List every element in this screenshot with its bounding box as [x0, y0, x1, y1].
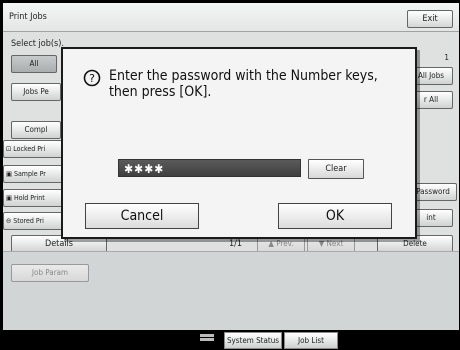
- system-status-button[interactable]: System Status: [224, 332, 282, 349]
- sample-print-label: Sample Pr: [13, 170, 46, 178]
- job-param-area: Job Param: [3, 251, 459, 330]
- stored-print-button[interactable]: ⊖ Stored Pri: [3, 212, 63, 230]
- select-jobs-label: Select job(s).: [11, 39, 65, 49]
- print-jobs-screen: Print Jobs Exit Select job(s). 1 All Job…: [3, 3, 459, 330]
- locked-print-label: Locked Pri: [13, 145, 46, 153]
- hold-print-icon: ▣: [6, 194, 12, 202]
- job-list-button[interactable]: Job List: [284, 332, 338, 349]
- jobs-per-user-button[interactable]: Jobs Pe: [11, 83, 61, 101]
- status-indicator-icon: [200, 333, 220, 345]
- page-indicator: 1/1: [229, 239, 243, 249]
- svg-text:?: ?: [89, 72, 95, 85]
- page-title: Print Jobs: [9, 12, 47, 22]
- stored-print-icon: ⊖: [6, 217, 12, 225]
- exit-button[interactable]: Exit: [407, 10, 453, 28]
- ok-button[interactable]: OK: [278, 203, 392, 229]
- title-bar: Print Jobs Exit: [3, 3, 459, 32]
- lock-icon: ⊡: [6, 145, 12, 153]
- stored-print-label: Stored Pri: [13, 217, 44, 225]
- all-button[interactable]: All: [11, 55, 57, 73]
- dialog-message-line1: Enter the password with the Number keys,: [109, 68, 378, 84]
- password-dialog: ? Enter the password with the Number key…: [61, 47, 417, 239]
- sample-print-icon: ▣: [6, 170, 12, 178]
- complete-button[interactable]: Compl: [11, 121, 61, 139]
- job-param-button[interactable]: Job Param: [11, 264, 89, 282]
- sample-print-button[interactable]: ▣ Sample Pr: [3, 165, 63, 183]
- cancel-button[interactable]: Cancel: [85, 203, 199, 229]
- locked-print-button[interactable]: ⊡ Locked Pri: [3, 140, 63, 158]
- dialog-message: Enter the password with the Number keys,…: [109, 68, 409, 100]
- question-icon: ?: [83, 69, 101, 87]
- hold-print-button[interactable]: ▣ Hold Print: [3, 189, 63, 207]
- status-bar: System Status Job List: [0, 330, 460, 350]
- dialog-message-line2: then press [OK].: [109, 84, 212, 100]
- password-field[interactable]: ✱✱✱✱: [118, 159, 301, 177]
- page-count: 1: [444, 53, 449, 62]
- hold-print-label: Hold Print: [13, 194, 45, 202]
- clear-button[interactable]: Clear: [308, 159, 364, 179]
